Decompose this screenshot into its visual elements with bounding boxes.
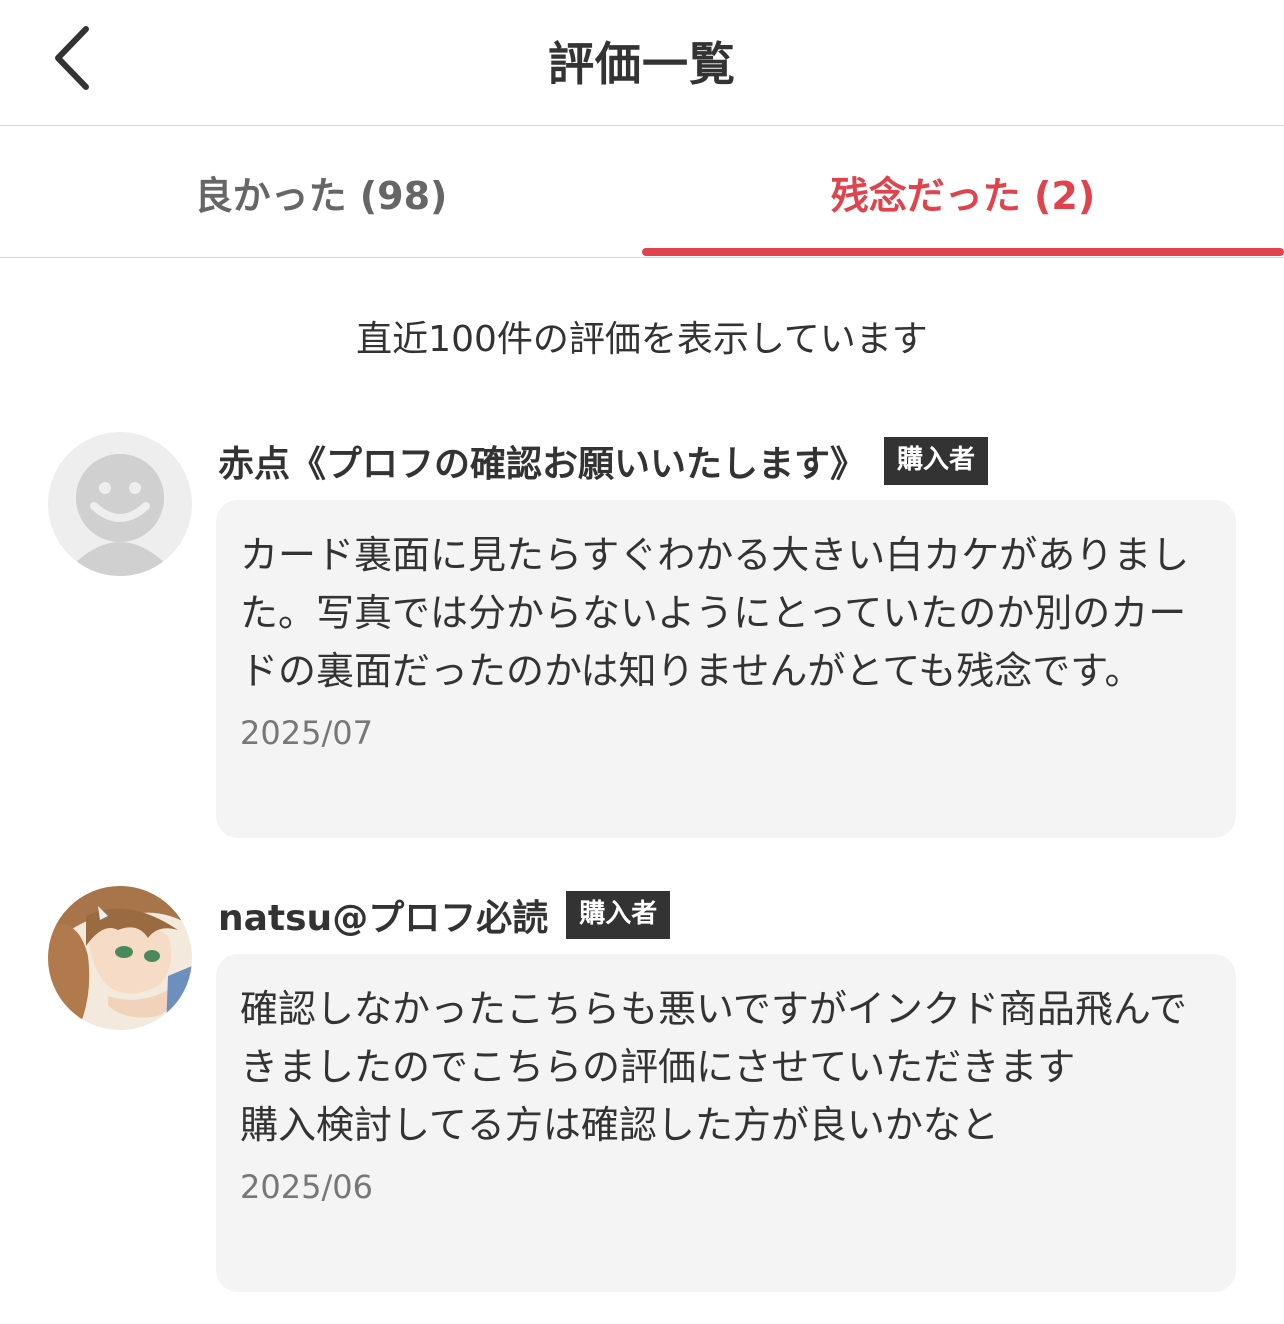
header-bar: 評価一覧 [0, 0, 1284, 126]
tab-good[interactable]: 良かった (98) [0, 126, 642, 258]
notice-text: 直近100件の評価を表示しています [356, 319, 928, 360]
review-bubble: 確認しなかったこちらも悪いですがインクド商品飛んできましたのでこちらの評価にさせ… [216, 954, 1236, 1292]
page-title: 評価一覧 [548, 37, 736, 91]
reviewer-row: natsu@プロフ必読 購入者 [218, 888, 671, 942]
review-date: 2025/07 [240, 714, 373, 752]
avatar[interactable] [48, 432, 192, 576]
active-tab-indicator [642, 248, 1284, 256]
tab-bar: 良かった (98) 残念だった (2) [0, 126, 1284, 258]
review-bubble: カード裏面に見たらすぐわかる大きい白カケがありました。写真では分からないようにと… [216, 500, 1236, 838]
default-avatar-icon [48, 432, 192, 576]
review-date: 2025/06 [240, 1168, 373, 1206]
reviewer-name[interactable]: natsu@プロフ必読 [218, 889, 548, 941]
reviewer-row: 赤点《プロフの確認お願いいたします》 購入者 [218, 434, 989, 488]
review-comment: カード裏面に見たらすぐわかる大きい白カケがありました。写真では分からないようにと… [240, 533, 1190, 693]
reviewer-name[interactable]: 赤点《プロフの確認お願いいたします》 [218, 435, 866, 487]
buyer-badge: 購入者 [884, 437, 989, 485]
review-comment: 確認しなかったこちらも悪いですがインクド商品飛んできましたのでこちらの評価にさせ… [240, 987, 1187, 1147]
tab-bad[interactable]: 残念だった (2) [642, 126, 1284, 258]
avatar[interactable] [48, 886, 192, 1030]
buyer-badge: 購入者 [566, 891, 671, 939]
anime-character-avatar [48, 886, 192, 1030]
